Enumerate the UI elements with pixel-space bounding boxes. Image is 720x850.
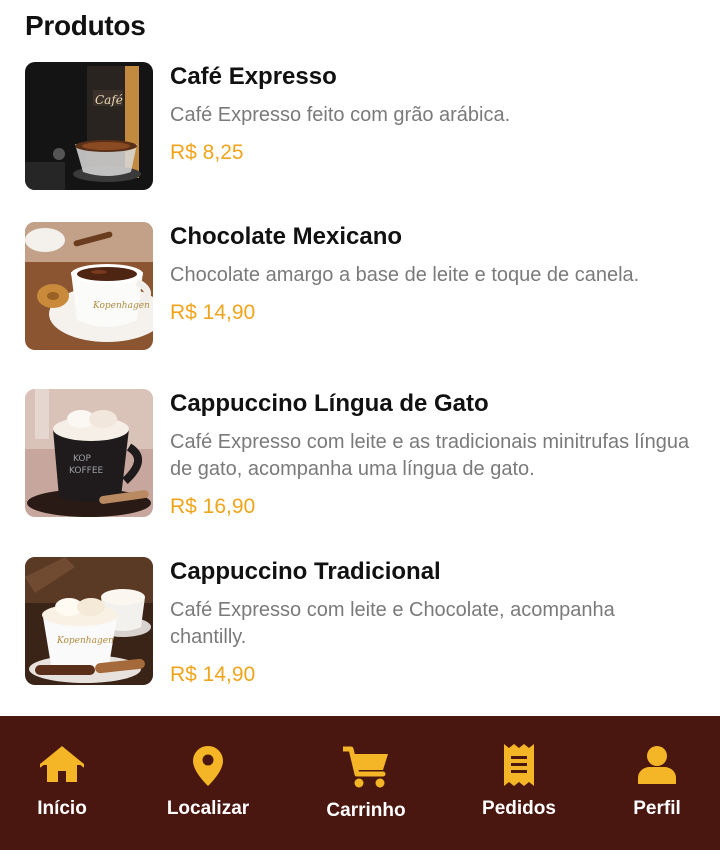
nav-label: Início	[37, 798, 87, 819]
svg-text:KOP: KOP	[73, 454, 91, 464]
product-image: Kopenhagen	[25, 557, 153, 685]
receipt-icon	[504, 744, 534, 791]
product-name: Cappuccino Língua de Gato	[170, 390, 489, 417]
user-icon	[638, 746, 676, 789]
product-price: R$ 14,90	[170, 301, 256, 324]
nav-label: Pedidos	[482, 798, 556, 819]
svg-text:Kopenhagen: Kopenhagen	[56, 636, 114, 646]
product-info: Chocolate Mexicano Chocolate amargo a ba…	[170, 222, 695, 327]
home-icon	[38, 746, 86, 789]
nav-label: Carrinho	[326, 800, 406, 821]
svg-text:KOFFEE: KOFFEE	[69, 466, 104, 476]
product-info: Cappuccino Língua de Gato Café Expresso …	[170, 389, 695, 521]
page: Produtos Café Café Expresso Café Express…	[0, 0, 720, 850]
product-description: Chocolate amargo a base de leite e toque…	[170, 264, 640, 286]
product-info: Café Expresso Café Expresso feito com gr…	[170, 62, 695, 167]
page-title: Produtos	[25, 10, 146, 41]
nav-item-carrinho[interactable]: Carrinho	[312, 716, 420, 850]
bottom-navigation: Início Localizar Carrinho Pedidos Perfil	[0, 716, 720, 850]
nav-label: Perfil	[633, 798, 681, 819]
svg-text:Kopenhagen: Kopenhagen	[92, 301, 150, 311]
product-image: Café	[25, 62, 153, 190]
product-info: Cappuccino Tradicional Café Expresso com…	[170, 557, 695, 689]
product-price: R$ 8,25	[170, 141, 244, 164]
product-image: KOP KOFFEE	[25, 389, 153, 517]
product-price: R$ 14,90	[170, 663, 256, 686]
nav-label: Localizar	[166, 798, 250, 819]
product-price: R$ 16,90	[170, 495, 256, 518]
svg-text:Café: Café	[95, 93, 123, 107]
nav-item-pedidos[interactable]: Pedidos	[470, 716, 568, 850]
nav-item-inicio[interactable]: Início	[14, 716, 110, 850]
cart-icon	[340, 746, 389, 793]
product-name: Cappuccino Tradicional	[170, 558, 441, 585]
product-name: Chocolate Mexicano	[170, 223, 403, 250]
nav-item-perfil[interactable]: Perfil	[616, 716, 698, 850]
map-pin-icon	[193, 746, 223, 791]
product-image: Kopenhagen	[25, 222, 153, 350]
product-description: Café Expresso feito com grão arábica.	[170, 104, 511, 126]
product-description: Café Expresso com leite e as tradicionai…	[170, 431, 690, 480]
product-description: Café Expresso com leite e Chocolate, aco…	[170, 599, 615, 648]
nav-item-localizar[interactable]: Localizar	[152, 716, 264, 850]
product-name: Café Expresso	[170, 63, 337, 90]
